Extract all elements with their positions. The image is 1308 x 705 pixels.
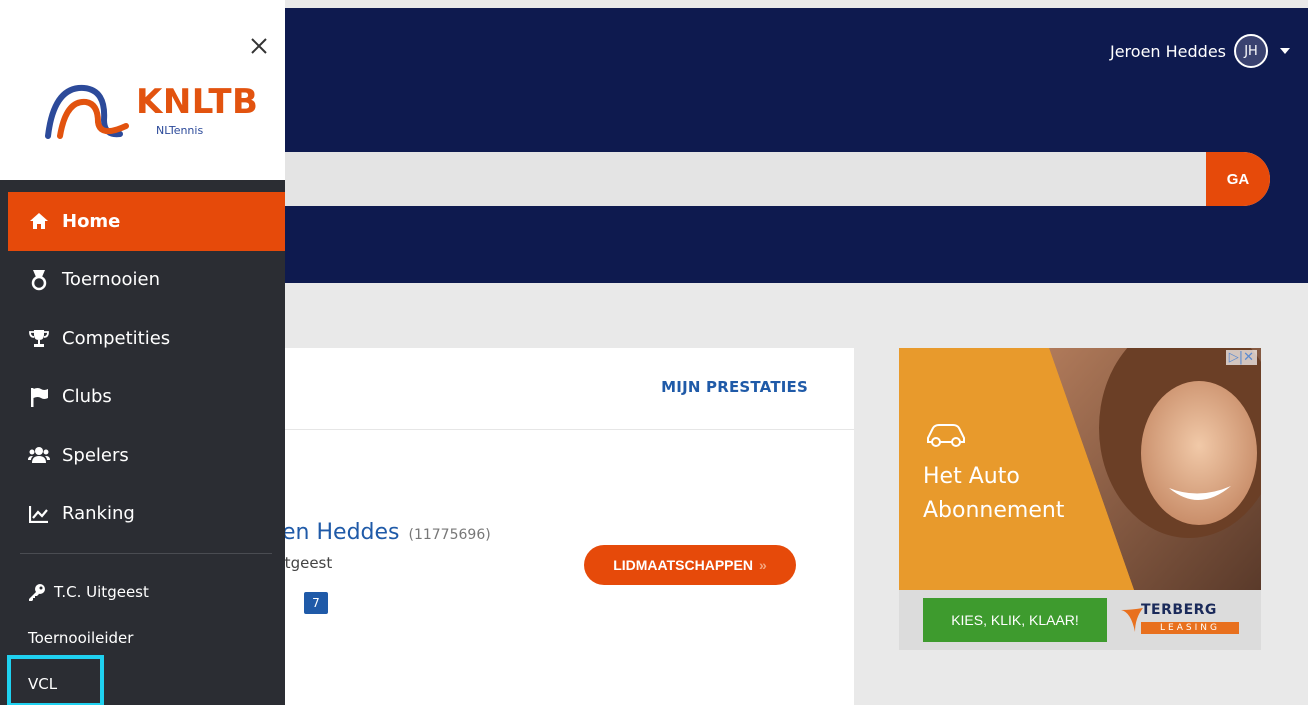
chart-line-icon (28, 503, 50, 525)
count-badge[interactable]: 7 (304, 592, 328, 614)
nav-item-spelers[interactable]: Spelers (8, 426, 285, 485)
nav-item-competities[interactable]: Competities (8, 309, 285, 368)
ad-footer: KIES, KLIK, KLAAR! TERBERG LEASING (899, 590, 1261, 650)
drawer-header: KNLTB NLTennis (0, 0, 285, 180)
nav-item-home[interactable]: Home (8, 192, 285, 251)
advertisement[interactable]: ▷|✕ Het Auto Abonnement KIES, KLIK, KLAA… (899, 348, 1261, 650)
user-menu[interactable]: Jeroen Heddes JH (1110, 34, 1290, 68)
club-link[interactable]: T.C. Uitgeest (8, 572, 285, 612)
car-icon (927, 424, 965, 447)
key-icon (28, 583, 46, 601)
my-results-link[interactable]: MIJN PRESTATIES (661, 378, 808, 396)
player-id: (11775696) (408, 527, 491, 543)
close-icon[interactable] (247, 34, 271, 58)
nav-item-ranking[interactable]: Ranking (8, 485, 285, 544)
memberships-button[interactable]: LIDMAATSCHAPPEN » (584, 545, 796, 585)
ad-banner[interactable]: ▷|✕ Het Auto Abonnement (899, 348, 1261, 590)
memberships-label: LIDMAATSCHAPPEN (613, 557, 753, 573)
terberg-logo: TERBERG LEASING (1121, 602, 1241, 638)
logo-subtitle: NLTennis (156, 124, 204, 137)
search-input[interactable]: GA (230, 152, 1270, 206)
flag-icon (28, 386, 50, 408)
logo-text: KNLTB (136, 82, 259, 122)
search-go-button[interactable]: GA (1206, 152, 1270, 206)
user-name: Jeroen Heddes (1109, 41, 1226, 61)
knltb-logo[interactable]: KNLTB NLTennis (44, 80, 258, 140)
nav-divider (20, 553, 272, 554)
chevron-down-icon (1280, 48, 1290, 54)
tournament-director-link[interactable]: Toernooileider (8, 618, 285, 658)
ad-cta-button[interactable]: KIES, KLIK, KLAAR! (923, 598, 1107, 642)
side-drawer: KNLTB NLTennis Home Toernooien Competiti… (0, 0, 285, 705)
avatar: JH (1234, 34, 1268, 68)
ad-close-icon[interactable]: ▷|✕ (1225, 350, 1257, 365)
trophy-icon (28, 327, 50, 349)
focus-highlight (7, 655, 104, 705)
double-chevron-right-icon: » (758, 557, 767, 573)
home-icon (28, 210, 50, 232)
users-icon (28, 444, 50, 466)
player-name-link[interactable]: roen Heddes (11775696) (260, 520, 491, 545)
ad-headline: Het Auto Abonnement (923, 464, 1065, 523)
main-nav: Home Toernooien Competities Clubs Speler… (8, 192, 285, 543)
nav-item-toernooien[interactable]: Toernooien (8, 251, 285, 310)
knltb-logo-mark-icon (45, 84, 129, 139)
profile-card: n MIJN PRESTATIES roen Heddes (11775696)… (230, 348, 854, 705)
terberg-swoosh-icon (1121, 608, 1143, 632)
medal-icon (28, 269, 50, 291)
nav-item-clubs[interactable]: Clubs (8, 368, 285, 427)
card-header: n MIJN PRESTATIES (230, 348, 854, 430)
